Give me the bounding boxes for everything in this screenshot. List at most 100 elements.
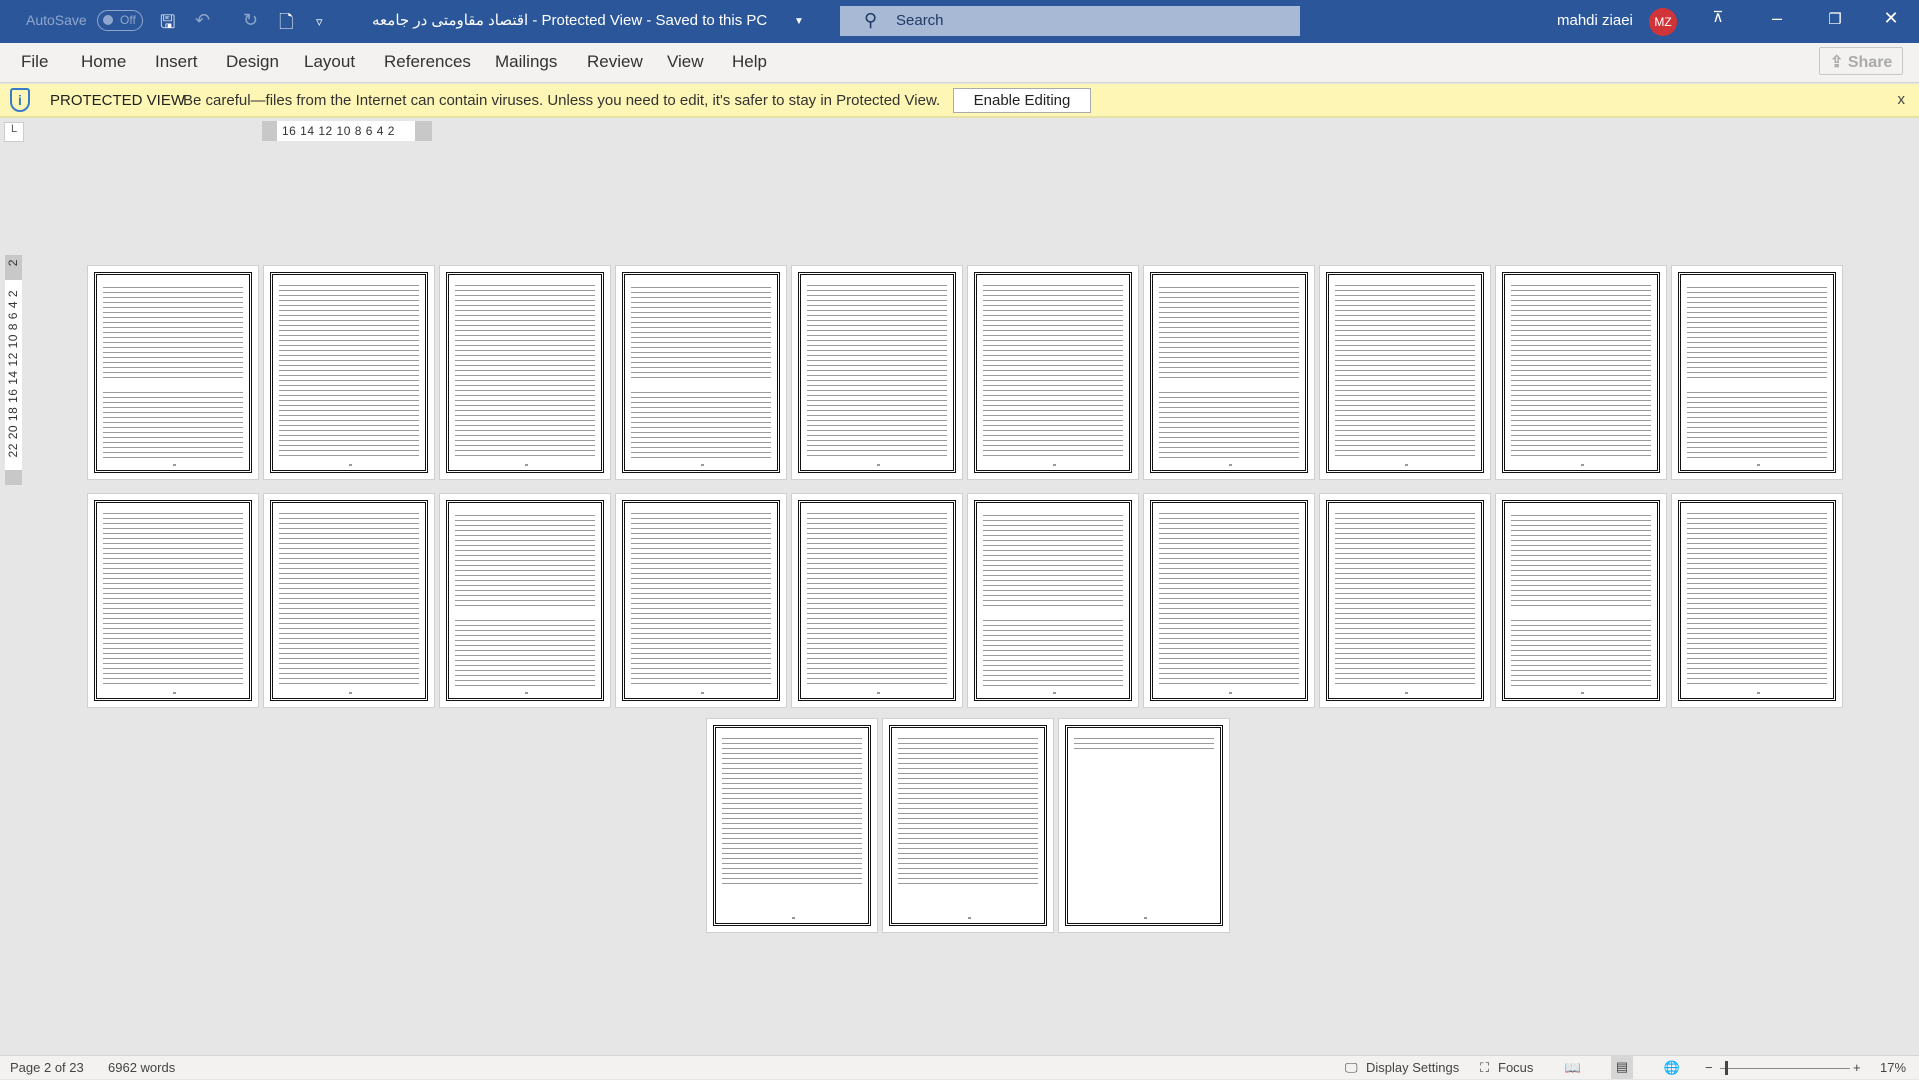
page-number-mark bbox=[701, 464, 704, 466]
minimize-icon[interactable]: – bbox=[1762, 8, 1792, 29]
tab-mailings[interactable]: Mailings bbox=[495, 52, 557, 72]
web-layout-icon[interactable]: 🌐 bbox=[1661, 1060, 1683, 1080]
zoom-in-button[interactable]: + bbox=[1853, 1060, 1861, 1075]
tab-references[interactable]: References bbox=[384, 52, 471, 72]
page-thumbnail[interactable] bbox=[615, 493, 787, 708]
page-thumbnail[interactable] bbox=[439, 493, 611, 708]
horizontal-ruler[interactable]: 16 14 12 10 8 6 4 2 bbox=[262, 121, 432, 141]
save-icon[interactable]: 🖫 bbox=[160, 10, 175, 40]
enable-editing-button[interactable]: Enable Editing bbox=[953, 88, 1091, 113]
page-thumbnail[interactable] bbox=[791, 265, 963, 480]
vertical-ruler-top: 2 bbox=[6, 259, 20, 267]
undo-icon[interactable]: ↶ bbox=[195, 10, 210, 31]
page-thumbnail[interactable] bbox=[967, 493, 1139, 708]
page-border bbox=[622, 500, 780, 701]
print-layout-icon[interactable]: ▤ bbox=[1611, 1056, 1633, 1079]
tab-insert[interactable]: Insert bbox=[155, 52, 198, 72]
page-thumbnail[interactable] bbox=[615, 265, 787, 480]
page-thumbnail[interactable] bbox=[1143, 265, 1315, 480]
page-thumbnail[interactable] bbox=[1495, 493, 1667, 708]
ribbon-display-options-icon[interactable]: ⊼ bbox=[1703, 8, 1733, 26]
zoom-slider[interactable] bbox=[1720, 1068, 1850, 1069]
page-number-mark bbox=[1053, 692, 1056, 694]
page-thumbnail[interactable] bbox=[1319, 493, 1491, 708]
vertical-ruler[interactable]: 2 22 20 18 16 14 12 10 8 6 4 2 bbox=[5, 255, 22, 485]
page-text-lines bbox=[722, 736, 862, 886]
page-border bbox=[1502, 272, 1660, 473]
page-text-lines bbox=[1335, 283, 1475, 458]
tab-review[interactable]: Review bbox=[587, 52, 643, 72]
close-icon[interactable]: ✕ bbox=[1876, 8, 1906, 29]
focus-button[interactable]: Focus bbox=[1498, 1060, 1533, 1075]
tab-file[interactable]: File bbox=[21, 52, 48, 72]
tab-home[interactable]: Home bbox=[81, 52, 126, 72]
page-text-lines bbox=[1511, 513, 1651, 608]
page-thumbnail[interactable] bbox=[263, 265, 435, 480]
page-number-mark bbox=[525, 464, 528, 466]
focus-icon[interactable]: ⛶ bbox=[1480, 1060, 1489, 1076]
page-text-lines bbox=[1159, 285, 1299, 380]
ribbon-tabs: File Home Insert Design Layout Reference… bbox=[0, 43, 1919, 83]
word-count[interactable]: 6962 words bbox=[108, 1060, 175, 1075]
page-thumbnail[interactable] bbox=[439, 265, 611, 480]
tab-help[interactable]: Help bbox=[732, 52, 767, 72]
display-settings-button[interactable]: Display Settings bbox=[1366, 1060, 1459, 1075]
page-thumbnail[interactable] bbox=[1319, 265, 1491, 480]
tab-view[interactable]: View bbox=[667, 52, 704, 72]
search-box[interactable]: ⚲ Search bbox=[840, 6, 1300, 36]
page-border bbox=[1326, 500, 1484, 701]
page-number-mark bbox=[1405, 692, 1408, 694]
page-thumbnail[interactable] bbox=[87, 265, 259, 480]
close-bar-icon[interactable]: x bbox=[1898, 91, 1906, 108]
tab-design[interactable]: Design bbox=[226, 52, 279, 72]
autosave-toggle[interactable]: Off bbox=[97, 10, 143, 31]
page-thumbnail[interactable] bbox=[1671, 265, 1843, 480]
page-border bbox=[94, 272, 252, 473]
page-thumbnail[interactable] bbox=[1671, 493, 1843, 708]
page-text-lines bbox=[1687, 285, 1827, 380]
page-border bbox=[798, 500, 956, 701]
page-thumbnail[interactable] bbox=[263, 493, 435, 708]
restore-icon[interactable]: ❐ bbox=[1820, 10, 1850, 28]
page-text-lines bbox=[103, 285, 243, 380]
page-number-mark bbox=[173, 464, 176, 466]
page-number-mark bbox=[1757, 692, 1760, 694]
page-text-lines bbox=[103, 511, 243, 686]
page-thumbnail[interactable] bbox=[1495, 265, 1667, 480]
redo-icon[interactable]: ↻ bbox=[243, 10, 258, 31]
page-thumbnail[interactable] bbox=[882, 718, 1054, 933]
page-border bbox=[974, 272, 1132, 473]
page-number-mark bbox=[173, 692, 176, 694]
read-mode-icon[interactable]: 📖 bbox=[1562, 1060, 1584, 1080]
page-thumbnail[interactable] bbox=[1058, 718, 1230, 933]
page-number-mark bbox=[349, 692, 352, 694]
horizontal-ruler-numbers: 16 14 12 10 8 6 4 2 bbox=[277, 121, 415, 141]
new-document-icon[interactable]: 🗋 bbox=[279, 10, 293, 40]
page-thumbnail[interactable] bbox=[87, 493, 259, 708]
title-dropdown-icon[interactable]: ▼ bbox=[794, 16, 804, 27]
page-text-lines bbox=[983, 513, 1123, 608]
page-border bbox=[270, 272, 428, 473]
page-thumbnail[interactable] bbox=[706, 718, 878, 933]
page-number-mark bbox=[1581, 692, 1584, 694]
page-border bbox=[1150, 500, 1308, 701]
page-border bbox=[446, 272, 604, 473]
zoom-out-button[interactable]: − bbox=[1705, 1060, 1713, 1075]
user-name[interactable]: mahdi ziaei bbox=[1557, 12, 1633, 29]
page-indicator[interactable]: Page 2 of 23 bbox=[10, 1060, 84, 1075]
avatar[interactable]: MZ bbox=[1649, 8, 1677, 36]
page-border bbox=[94, 500, 252, 701]
page-text-lines bbox=[1159, 390, 1299, 460]
page-number-mark bbox=[968, 917, 971, 919]
share-button[interactable]: ⇪ Share bbox=[1819, 47, 1903, 75]
customize-toolbar-icon[interactable]: ▿ bbox=[316, 14, 323, 30]
display-settings-icon[interactable]: 🖵 bbox=[1345, 1060, 1358, 1076]
page-thumbnail[interactable] bbox=[967, 265, 1139, 480]
zoom-level[interactable]: 17% bbox=[1880, 1060, 1906, 1075]
zoom-slider-thumb[interactable] bbox=[1725, 1061, 1728, 1075]
page-number-mark bbox=[349, 464, 352, 466]
page-thumbnail[interactable] bbox=[1143, 493, 1315, 708]
page-thumbnail[interactable] bbox=[791, 493, 963, 708]
tab-layout[interactable]: Layout bbox=[304, 52, 355, 72]
tab-selector[interactable]: L bbox=[4, 122, 24, 142]
